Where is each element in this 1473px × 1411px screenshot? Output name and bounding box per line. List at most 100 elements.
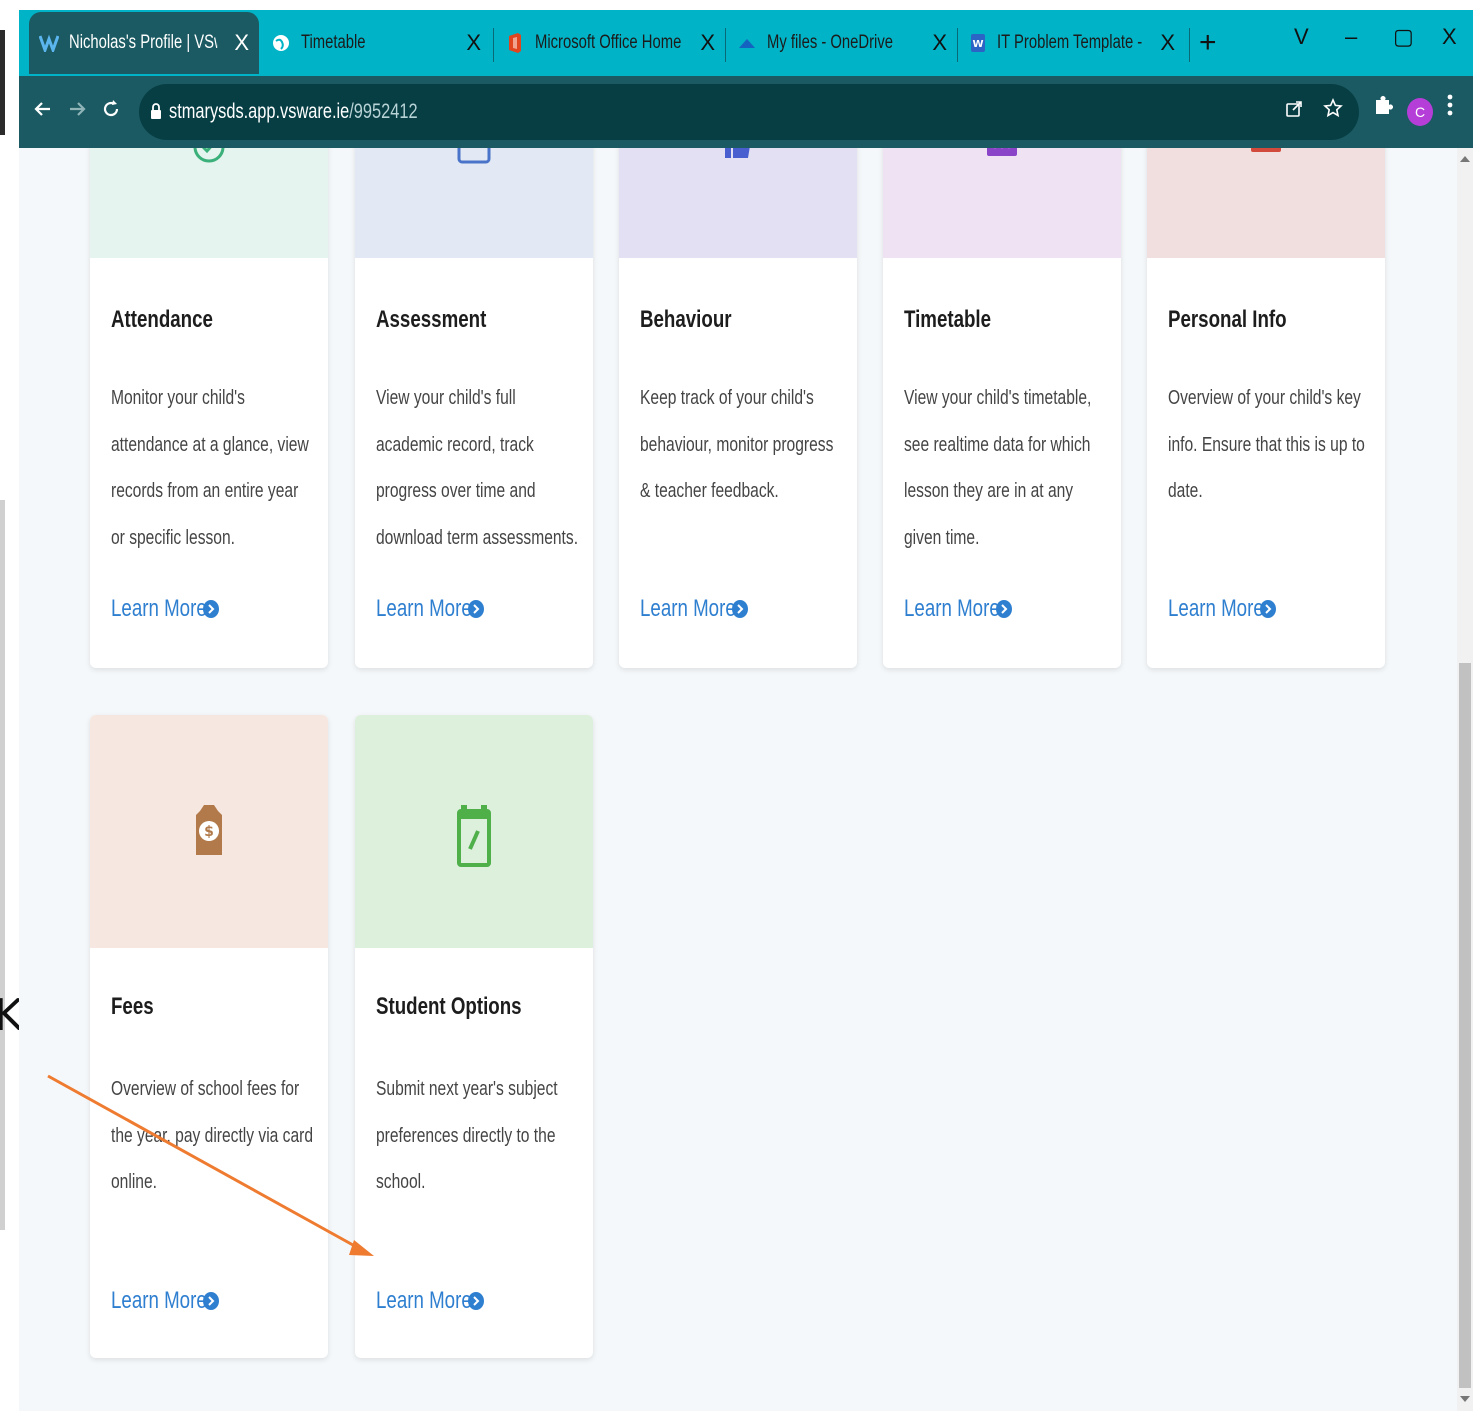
reload-icon — [103, 100, 119, 117]
card-description: Overview of school fees for the year, pa… — [111, 1078, 314, 1193]
card-title: Student Options — [376, 993, 522, 1020]
card-title: Timetable — [904, 306, 992, 333]
learn-more-label: Learn More — [111, 1287, 207, 1314]
tab-onedrive[interactable]: My files - OneDrive X — [727, 12, 957, 74]
tab-title: Timetable — [301, 32, 366, 53]
browser-toolbar: stmarysds.app.vsware.ie/9952412 C — [19, 76, 1473, 148]
scroll-down-arrow-icon[interactable] — [1460, 1396, 1470, 1402]
card-description: View your child's timetable, see realtim… — [904, 387, 1092, 549]
card-fees: $ Fees Overview of school fees for the y… — [90, 715, 328, 1358]
scrollbar-thumb[interactable] — [1459, 663, 1471, 1388]
back-button[interactable] — [33, 98, 53, 126]
tab-vsware-profile[interactable]: Nicholas's Profile | VSware X — [29, 12, 259, 74]
scroll-up-arrow-icon[interactable] — [1460, 156, 1470, 162]
calendar-edit-icon — [457, 797, 491, 872]
check-circle-icon — [192, 148, 226, 169]
tab-close-button[interactable]: X — [932, 30, 947, 56]
report-icon — [457, 148, 491, 169]
card-behaviour: Behaviour Keep track of your child's beh… — [619, 148, 857, 668]
svg-text:$: $ — [204, 824, 214, 840]
minimize-button[interactable]: – — [1345, 24, 1357, 50]
card-description: Monitor your child's attendance at a gla… — [111, 387, 309, 549]
tab-strip: Nicholas's Profile | VSware X Timetable … — [19, 10, 1473, 76]
tab-separator — [957, 28, 958, 62]
card-color-band — [1147, 148, 1385, 258]
card-assessment: Assessment View your child's full academ… — [355, 148, 593, 668]
share-icon[interactable] — [1285, 98, 1309, 123]
card-title: Personal Info — [1168, 306, 1287, 333]
forward-button[interactable] — [67, 98, 87, 126]
learn-more-label: Learn More — [1168, 595, 1264, 622]
tab-title: My files - OneDrive — [767, 32, 893, 53]
tab-timetable[interactable]: Timetable X — [261, 12, 491, 74]
tab-close-button[interactable]: X — [466, 30, 481, 56]
learn-more-link[interactable]: Learn More — [1168, 595, 1276, 623]
card-attendance: Attendance Monitor your child's attendan… — [90, 148, 328, 668]
learn-more-link[interactable]: Learn More — [376, 595, 484, 623]
fees-bag-icon: $ — [192, 803, 226, 866]
globe-icon — [271, 33, 291, 53]
card-title: Attendance — [111, 306, 213, 333]
background-window-edge — [0, 30, 5, 135]
tab-title: IT Problem Template - 07022 — [997, 32, 1144, 53]
tab-it-problem-template[interactable]: W IT Problem Template - 07022 X — [959, 12, 1185, 74]
kebab-menu-icon — [1447, 94, 1453, 116]
card-personal-info: Personal Info Overview of your child's k… — [1147, 148, 1385, 668]
tab-close-button[interactable]: X — [234, 30, 249, 56]
calendar-icon — [985, 148, 1019, 163]
tab-microsoft-office[interactable]: Microsoft Office Home X — [495, 12, 725, 74]
tab-separator — [1189, 28, 1190, 62]
id-card-icon — [1249, 148, 1283, 159]
onedrive-icon — [737, 33, 757, 53]
learn-more-label: Learn More — [376, 1287, 472, 1314]
extensions-button[interactable] — [1373, 94, 1393, 123]
learn-more-link[interactable]: Learn More — [111, 1287, 219, 1315]
address-bar-actions — [1285, 98, 1343, 124]
card-timetable: Timetable View your child's timetable, s… — [883, 148, 1121, 668]
profile-avatar[interactable]: C — [1407, 98, 1433, 126]
card-student-options: Student Options Submit next year's subje… — [355, 715, 593, 1358]
background-window-scrollbar — [0, 500, 5, 1230]
learn-more-label: Learn More — [640, 595, 736, 622]
learn-more-link[interactable]: Learn More — [111, 595, 219, 623]
learn-more-link[interactable]: Learn More — [904, 595, 1012, 623]
card-color-band — [883, 148, 1121, 258]
tab-separator — [493, 28, 494, 62]
card-description: View your child's full academic record, … — [376, 387, 579, 549]
close-window-button[interactable]: X — [1442, 24, 1457, 50]
browser-window: Nicholas's Profile | VSware X Timetable … — [19, 10, 1473, 148]
url-host: stmarysds.app.vsware.ie — [169, 100, 350, 123]
tab-close-button[interactable]: X — [1160, 30, 1175, 56]
url-path: /9952412 — [349, 100, 418, 123]
card-description: Keep track of your child's behaviour, mo… — [640, 387, 834, 502]
card-description: Submit next year's subject preferences d… — [376, 1078, 558, 1193]
arrow-left-icon — [34, 102, 50, 116]
learn-more-link[interactable]: Learn More — [640, 595, 748, 623]
card-title: Assessment — [376, 306, 487, 333]
new-tab-button[interactable]: + — [1199, 26, 1217, 60]
tab-separator — [725, 28, 726, 62]
svg-text:W: W — [972, 39, 983, 50]
left-window-strip: K — [0, 0, 23, 1411]
learn-more-link[interactable]: Learn More — [376, 1287, 484, 1315]
tab-search-button[interactable]: V — [1294, 24, 1309, 50]
thumbs-up-icon — [721, 148, 755, 165]
tab-title: Microsoft Office Home — [535, 32, 682, 53]
card-title: Behaviour — [640, 306, 732, 333]
lock-icon — [151, 103, 161, 119]
learn-more-label: Learn More — [376, 595, 472, 622]
arrow-right-icon — [70, 102, 86, 116]
office-logo-icon — [505, 33, 525, 53]
card-title: Fees — [111, 993, 154, 1020]
page-scrollbar[interactable] — [1457, 148, 1473, 1411]
reload-button[interactable] — [101, 98, 121, 126]
browser-menu-button[interactable] — [1447, 94, 1453, 123]
puzzle-piece-icon — [1376, 96, 1393, 114]
bookmark-star-icon[interactable] — [1323, 98, 1343, 123]
vsware-logo-icon — [39, 33, 59, 53]
restore-button[interactable]: ▢ — [1393, 24, 1414, 50]
tab-close-button[interactable]: X — [700, 30, 715, 56]
url-text: stmarysds.app.vsware.ie/9952412 — [169, 100, 418, 124]
address-bar[interactable]: stmarysds.app.vsware.ie/9952412 — [139, 84, 1359, 140]
word-icon: W — [969, 33, 987, 53]
